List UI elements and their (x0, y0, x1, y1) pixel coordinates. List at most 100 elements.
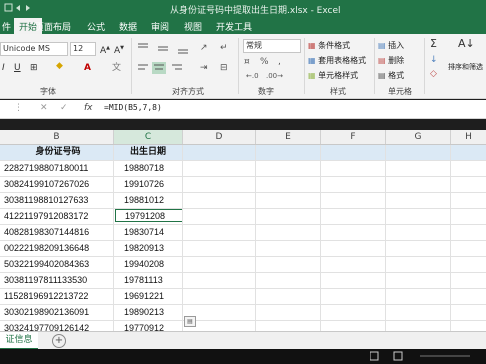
birth-date-cell[interactable]: 19691221 (124, 289, 182, 304)
add-sheet-icon[interactable]: + (52, 334, 66, 348)
tab-page-layout[interactable]: 页面布局 (35, 20, 71, 33)
indent-icon[interactable]: ⇥ (200, 62, 208, 74)
sort-filter-icon[interactable]: A↓ (458, 38, 475, 50)
column-header-b[interactable]: B (0, 130, 114, 144)
column-header-f[interactable]: F (321, 130, 386, 144)
birth-date-cell[interactable]: 19820913 (124, 241, 182, 256)
birth-date-cell[interactable]: 19940208 (124, 257, 182, 272)
conditional-format-icon: ▦ (308, 41, 316, 50)
column-header-d[interactable]: D (183, 130, 256, 144)
id-number-cell[interactable]: 50322199402084363 (4, 257, 112, 272)
column-header-c[interactable]: C (114, 130, 183, 144)
taskbar (0, 349, 486, 364)
borders-icon[interactable]: ⊞ (30, 62, 38, 74)
divider (374, 38, 375, 94)
increase-decimal-icon[interactable]: ←.0 (246, 70, 259, 82)
tab-developer[interactable]: 开发工具 (216, 20, 252, 33)
enter-icon[interactable]: ✓ (60, 103, 68, 113)
font-color-icon[interactable]: A (84, 62, 91, 74)
window-title: 从身份证号码中提取出生日期.xlsx - Excel (170, 6, 341, 16)
format-as-table-button[interactable]: ▦ 套用表格格式 (308, 55, 366, 66)
vertical-align-icons[interactable] (136, 42, 196, 54)
table-row: 00222198209136648 19820913 (0, 241, 486, 257)
percent-icon[interactable]: % (260, 56, 269, 68)
namebox-dropdown-icon[interactable]: ⋮ (14, 103, 23, 113)
font-size-select[interactable]: 12 (70, 42, 96, 56)
delete-cells-button[interactable]: ▤ 删除 (378, 55, 404, 66)
title-bar: 从身份证号码中提取出生日期.xlsx - Excel (0, 0, 486, 17)
currency-icon[interactable]: ¤ (244, 56, 250, 68)
column-header-e[interactable]: E (256, 130, 321, 144)
number-format-select[interactable]: 常规 (243, 39, 301, 53)
tab-data[interactable]: 数据 (119, 20, 137, 33)
tab-formulas[interactable]: 公式 (87, 20, 105, 33)
birth-date-cell[interactable]: 19781113 (124, 273, 182, 288)
active-cell[interactable]: 19791208 (115, 209, 183, 222)
table-row: 30302198902136091 19890213 (0, 305, 486, 321)
fill-color-icon[interactable]: ◆ (56, 60, 63, 72)
fill-icon[interactable]: ↓ (430, 54, 438, 66)
id-number-cell[interactable]: 22827198807180011 (4, 161, 112, 176)
gridline (450, 145, 451, 331)
header-birth-date[interactable]: 出生日期 (114, 145, 182, 160)
shrink-font-icon[interactable]: A▼ (114, 42, 124, 57)
formula-input[interactable]: =MID(B5,7,8) (104, 103, 162, 112)
id-number-cell[interactable]: 30381197811133530 (4, 273, 112, 288)
conditional-format-button[interactable]: ▦ 条件格式 (308, 40, 350, 51)
paste-options-icon[interactable]: ▤ (184, 316, 196, 327)
group-label-font: 字体 (40, 87, 56, 96)
tab-review[interactable]: 审阅 (151, 20, 169, 33)
id-number-cell[interactable]: 30381198810127633 (4, 193, 112, 208)
column-header-g[interactable]: G (386, 130, 451, 144)
wrap-text-icon[interactable]: ↵ (220, 42, 228, 54)
cancel-icon[interactable]: ✕ (40, 103, 48, 113)
autosum-icon[interactable]: Σ (430, 38, 437, 50)
insert-function-icon[interactable]: fx (84, 103, 93, 113)
birth-date-cell[interactable]: 19890213 (124, 305, 182, 320)
gridline (113, 145, 114, 331)
worksheet-grid[interactable]: 身份证号码 出生日期 22827198807180011 19880718 30… (0, 145, 486, 333)
id-number-cell[interactable]: 11528196912213722 (4, 289, 112, 304)
decrease-decimal-icon[interactable]: .00→ (266, 70, 283, 82)
table-row: 41221197912083172 19791208 (0, 209, 486, 225)
quick-access-icons[interactable] (4, 2, 34, 14)
id-number-cell[interactable]: 30302198902136091 (4, 305, 112, 320)
birth-date-cell[interactable]: 19910726 (124, 177, 182, 192)
orientation-icon[interactable]: ↗ (200, 42, 208, 54)
birth-date-cell[interactable]: 19881012 (124, 193, 182, 208)
sheet-tab-bar: 证信息 + (0, 331, 486, 350)
gridline (182, 145, 183, 331)
column-header-h[interactable]: H (451, 130, 486, 144)
font-name-select[interactable]: Unicode MS (0, 42, 68, 56)
tab-view[interactable]: 视图 (184, 20, 202, 33)
header-id-number[interactable]: 身份证号码 (4, 145, 112, 160)
horizontal-align-icons[interactable] (136, 62, 196, 74)
table-row: 11528196912213722 19691221 (0, 289, 486, 305)
id-number-cell[interactable]: 40828198307144816 (4, 225, 112, 240)
clear-icon[interactable]: ◇ (430, 68, 437, 80)
comma-icon[interactable]: , (278, 56, 281, 68)
id-number-cell[interactable]: 41221197912083172 (4, 209, 112, 224)
window-controls-icons[interactable] (370, 351, 480, 362)
format-cells-button[interactable]: ▤ 格式 (378, 70, 404, 81)
italic-icon[interactable]: I (2, 62, 5, 74)
id-number-cell[interactable]: 00222198209136648 (4, 241, 112, 256)
divider (238, 38, 239, 94)
sort-filter-label[interactable]: 排序和筛选 (448, 62, 483, 72)
phonetic-icon[interactable]: 文 (112, 62, 121, 74)
format-label: 格式 (388, 71, 405, 80)
sheet-tab-active[interactable]: 证信息 (0, 332, 38, 350)
insert-icon: ▤ (378, 41, 386, 50)
insert-cells-button[interactable]: ▤ 插入 (378, 40, 404, 51)
grow-font-icon[interactable]: A▲ (100, 42, 110, 57)
group-label-styles: 样式 (330, 87, 346, 96)
merge-center-icon[interactable]: ⊟ (220, 62, 228, 74)
birth-date-cell[interactable]: 19880718 (124, 161, 182, 176)
id-number-cell[interactable]: 30824199107267026 (4, 177, 112, 192)
cell-styles-button[interactable]: ▦ 单元格样式 (308, 70, 358, 81)
tab-file[interactable]: 件 (2, 20, 11, 33)
delete-label: 删除 (388, 56, 405, 65)
format-as-table-label: 套用表格格式 (318, 56, 367, 65)
underline-icon[interactable]: U (14, 62, 21, 74)
birth-date-cell[interactable]: 19830714 (124, 225, 182, 240)
